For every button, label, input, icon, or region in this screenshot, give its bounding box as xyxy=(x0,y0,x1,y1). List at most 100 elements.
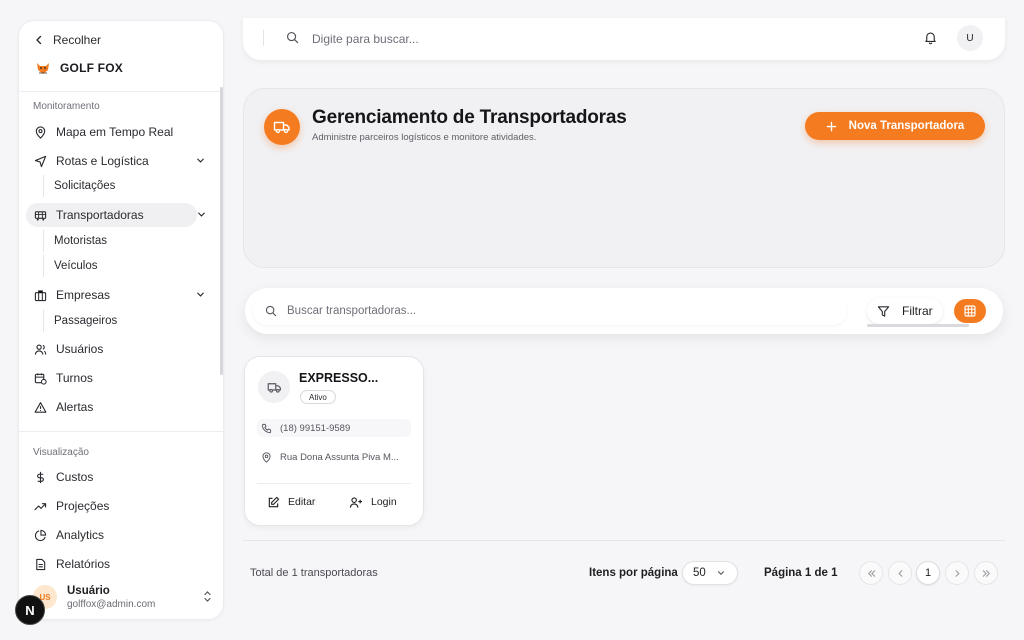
grid-icon xyxy=(964,305,976,317)
user-email: golffox@admin.com xyxy=(67,598,156,610)
edit-icon xyxy=(267,496,280,509)
sidebar-item-mapa[interactable]: Mapa em Tempo Real xyxy=(26,120,196,144)
sidebar-item-label: Custos xyxy=(56,470,94,484)
sidebar-item-label: Turnos xyxy=(56,371,93,385)
sidebar-item-label: Mapa em Tempo Real xyxy=(56,125,174,139)
trending-up-icon xyxy=(34,500,47,513)
filter-label: Filtrar xyxy=(902,304,933,318)
collapse-label: Recolher xyxy=(53,33,102,47)
sidebar-item-label: Relatórios xyxy=(56,557,111,571)
brand-name: GOLF FOX xyxy=(60,61,123,75)
sidebar-item-analytics[interactable]: Analytics xyxy=(26,523,196,547)
chevrons-right-icon xyxy=(981,568,992,579)
sidebar-subitem-motoristas[interactable]: Motoristas xyxy=(43,230,193,252)
sidebar-item-relatorios[interactable]: Relatórios xyxy=(26,552,196,576)
sidebar-item-empresas[interactable]: Empresas xyxy=(26,283,204,307)
per-page-label: Itens por página xyxy=(589,567,678,579)
sidebar-divider xyxy=(19,91,223,92)
next-page-button[interactable] xyxy=(945,561,969,585)
carrier-phone: (18) 99151-9589 xyxy=(280,422,351,434)
sidebar-item-label: Usuários xyxy=(56,342,104,356)
chevron-left-icon xyxy=(33,34,45,46)
per-page-value: 50 xyxy=(693,567,706,579)
last-page-button[interactable] xyxy=(974,561,998,585)
previous-page-button[interactable] xyxy=(888,561,912,585)
chevron-down-icon[interactable] xyxy=(195,289,206,300)
sidebar-item-projecoes[interactable]: Projeções xyxy=(26,494,196,518)
user-menu[interactable]: US Usuário golffox@admin.com xyxy=(33,581,213,613)
building-icon xyxy=(34,289,47,302)
brand[interactable]: GOLF FOX xyxy=(35,60,123,76)
phone-icon xyxy=(261,423,272,434)
framework-badge-icon[interactable]: N xyxy=(15,595,45,625)
per-page-select[interactable]: 50 xyxy=(682,561,738,585)
truck-icon xyxy=(258,371,290,403)
truck-icon xyxy=(34,209,47,222)
chevron-down-icon xyxy=(716,568,726,578)
navigation-icon xyxy=(34,155,47,168)
sidebar-scrollbar[interactable] xyxy=(220,87,223,375)
global-search-input[interactable]: Digite para buscar... xyxy=(312,32,419,46)
login-label: Login xyxy=(371,496,397,508)
sidebar-subitem-passageiros[interactable]: Passageiros xyxy=(43,310,193,332)
total-count: Total de 1 transportadoras xyxy=(250,567,378,579)
carrier-address: Rua Dona Assunta Piva M... xyxy=(280,451,399,463)
sidebar-item-label: Rotas e Logística xyxy=(56,154,149,168)
carrier-name: EXPRESSO... xyxy=(299,371,379,385)
map-pin-icon xyxy=(34,125,47,139)
page-header-card: Gerenciamento de Transportadoras Adminis… xyxy=(243,88,1005,268)
new-carrier-label: Nova Transportadora xyxy=(848,120,965,132)
fox-logo-icon xyxy=(35,60,51,76)
sidebar-item-transportadoras[interactable]: Transportadoras xyxy=(26,203,205,227)
chevrons-left-icon xyxy=(866,568,877,579)
user-name: Usuário xyxy=(67,584,110,597)
search-icon xyxy=(286,31,299,44)
filter-icon xyxy=(877,305,890,318)
new-carrier-button[interactable]: Nova Transportadora xyxy=(805,112,985,140)
edit-label: Editar xyxy=(288,496,316,508)
sidebar-subitem-solicitacoes[interactable]: Solicitações xyxy=(43,175,193,197)
truck-icon xyxy=(264,109,300,145)
sidebar-subitem-veiculos[interactable]: Veículos xyxy=(43,255,193,277)
page-subtitle: Administre parceiros logísticos e monito… xyxy=(312,132,537,143)
sidebar-item-turnos[interactable]: Turnos xyxy=(26,366,196,390)
sidebar-item-label: Analytics xyxy=(56,528,105,542)
collapse-button[interactable]: Recolher xyxy=(33,31,101,49)
plus-icon xyxy=(826,121,837,132)
topbar-divider xyxy=(263,30,264,46)
chevron-down-icon[interactable] xyxy=(196,209,207,220)
grid-view-button[interactable] xyxy=(954,299,986,323)
top-bar: Digite para buscar... U xyxy=(243,18,1005,60)
page-title: Gerenciamento de Transportadoras xyxy=(312,107,627,128)
sidebar-item-label: Transportadoras xyxy=(56,208,144,222)
carrier-search-input[interactable]: Buscar transportadoras... xyxy=(253,297,847,325)
footer-divider xyxy=(243,540,1005,541)
chevrons-up-down-icon xyxy=(202,590,213,603)
sidebar-item-alertas[interactable]: Alertas xyxy=(26,395,196,419)
users-icon xyxy=(34,343,47,356)
alert-triangle-icon xyxy=(34,401,47,414)
login-button[interactable]: Login xyxy=(349,494,397,510)
pie-chart-icon xyxy=(34,529,47,542)
file-text-icon xyxy=(34,558,47,571)
first-page-button[interactable] xyxy=(859,561,883,585)
filter-button[interactable]: Filtrar xyxy=(867,298,943,324)
sidebar: Recolher GOLF FOX Monitoramento Mapa em … xyxy=(18,20,224,620)
section-label-visualization: Visualização xyxy=(33,447,89,458)
user-plus-icon xyxy=(349,496,363,509)
carrier-phone-row: (18) 99151-9589 xyxy=(257,419,411,437)
edit-button[interactable]: Editar xyxy=(267,494,315,510)
filter-scrollbar[interactable] xyxy=(867,324,969,327)
bell-icon[interactable] xyxy=(923,30,938,45)
chevron-left-icon xyxy=(895,568,906,579)
sidebar-item-rotas[interactable]: Rotas e Logística xyxy=(26,149,204,173)
carrier-card[interactable]: EXPRESSO... Ativo (18) 99151-9589 Rua Do… xyxy=(244,356,424,526)
chevron-down-icon[interactable] xyxy=(195,155,206,166)
page-number-button[interactable]: 1 xyxy=(916,561,940,585)
sidebar-item-usuarios[interactable]: Usuários xyxy=(26,337,196,361)
sidebar-item-label: Alertas xyxy=(56,400,94,414)
carrier-search-placeholder: Buscar transportadoras... xyxy=(287,305,417,317)
user-avatar[interactable]: U xyxy=(957,25,983,51)
section-label-monitoring: Monitoramento xyxy=(33,101,100,112)
sidebar-item-custos[interactable]: Custos xyxy=(26,465,196,489)
